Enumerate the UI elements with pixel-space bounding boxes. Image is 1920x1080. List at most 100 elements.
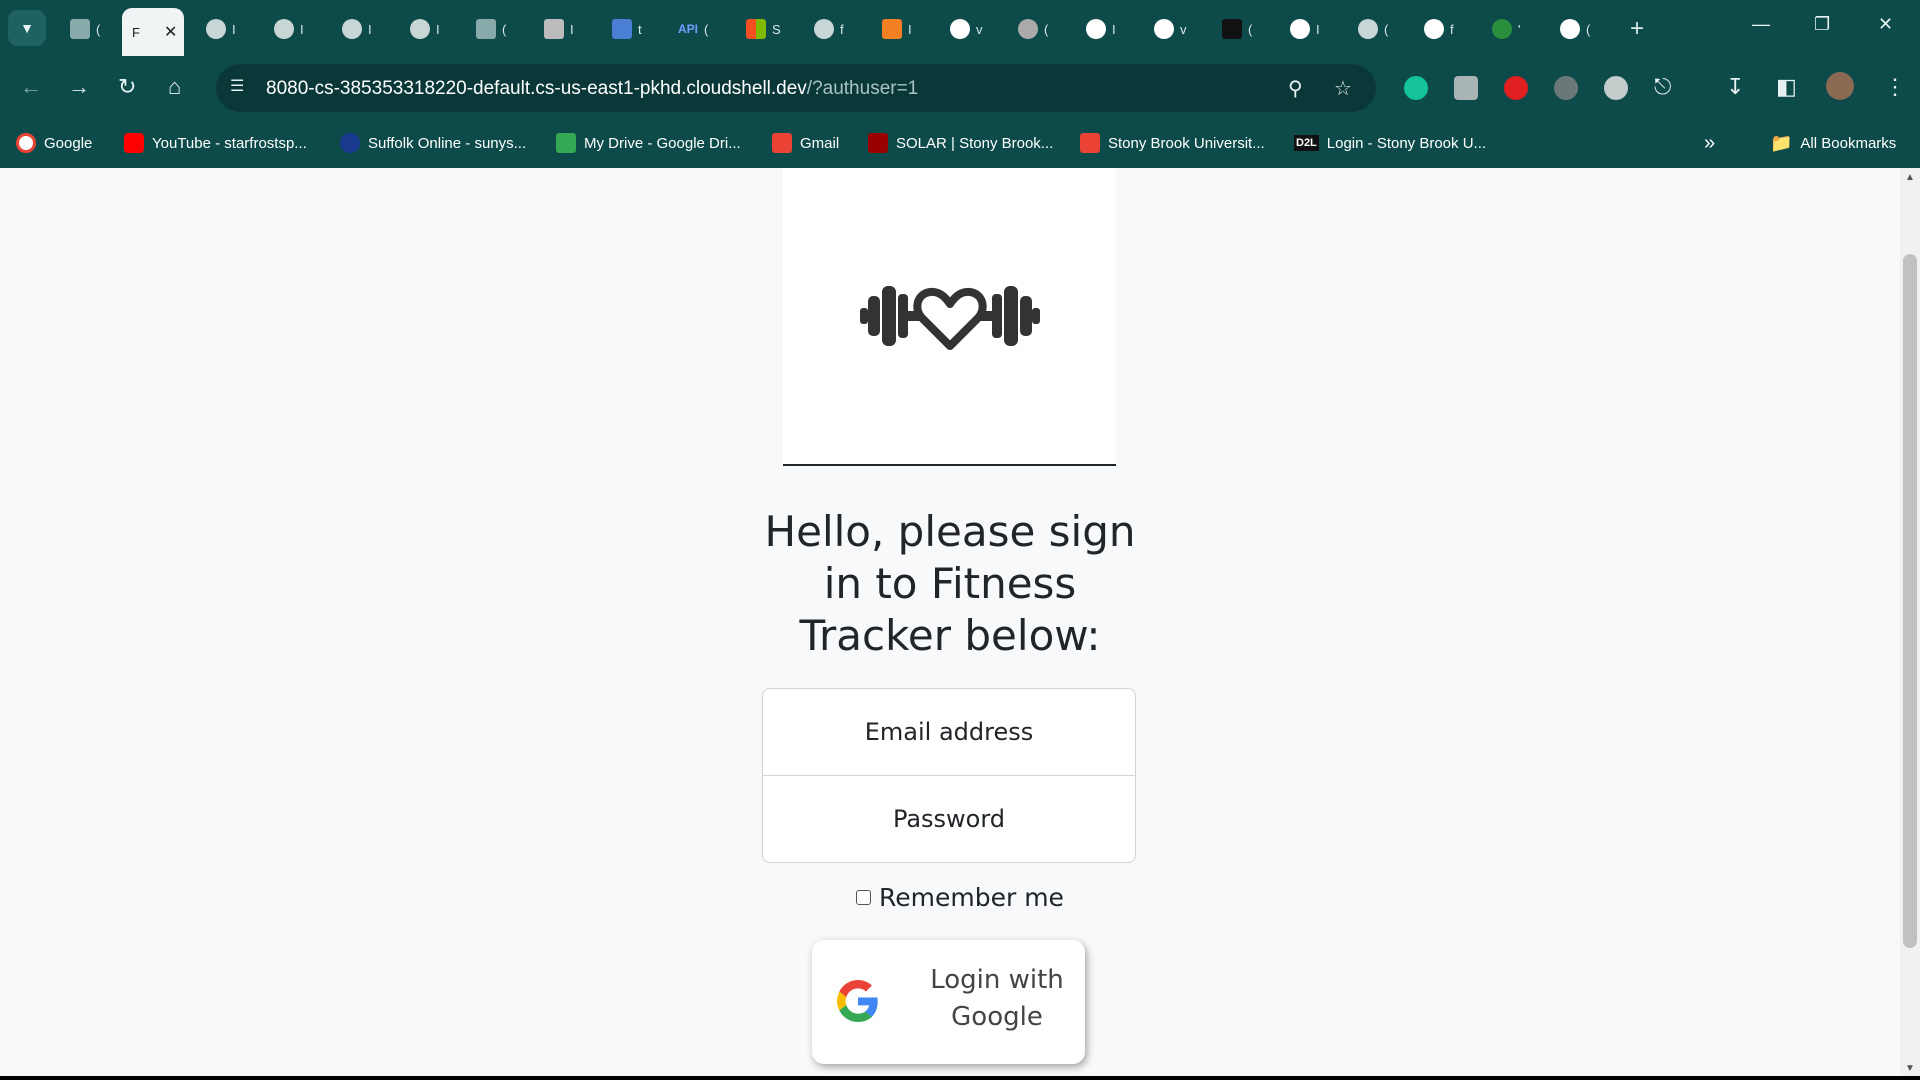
tab[interactable]: (	[1212, 8, 1252, 50]
terminal-icon	[476, 19, 496, 39]
reload-icon[interactable]: ↻	[118, 74, 136, 100]
google-icon	[1154, 19, 1174, 39]
tab-strip: ▼ ( F ✕ I I I I ( I t API( S f I v ( I v …	[0, 0, 1920, 56]
site-settings-icon[interactable]: ☰	[230, 76, 252, 98]
bookmark-login[interactable]: D2L Login - Stony Brook U...	[1294, 128, 1486, 158]
download-icon[interactable]: ↧	[1726, 74, 1744, 100]
bookmark-google[interactable]: Google	[16, 128, 92, 158]
tab[interactable]: I	[400, 8, 440, 50]
chatgpt-icon	[1018, 19, 1038, 39]
minimize-icon[interactable]: —	[1752, 14, 1770, 35]
tab[interactable]: API(	[668, 8, 708, 50]
tab[interactable]: I	[264, 8, 304, 50]
close-tab-icon[interactable]: ✕	[164, 22, 177, 42]
side-panel-icon[interactable]: ◧	[1776, 74, 1797, 100]
more-bookmarks-button[interactable]: »	[1704, 128, 1715, 158]
logo-card	[783, 168, 1116, 466]
login-with-google-button[interactable]: Login with Google	[812, 940, 1085, 1064]
tab[interactable]: f	[804, 8, 844, 50]
dumbbell-heart-logo-icon	[859, 286, 1040, 350]
multicolor-icon	[1492, 19, 1512, 39]
tab[interactable]: S	[736, 8, 781, 50]
remember-me-checkbox[interactable]	[856, 890, 871, 905]
password-field[interactable]: Password	[762, 775, 1136, 863]
remember-me[interactable]: Remember me	[856, 883, 1064, 912]
zoom-icon[interactable]: ⚲	[1288, 76, 1303, 101]
tab-active[interactable]: F ✕	[122, 8, 184, 56]
tab[interactable]: t	[602, 8, 642, 50]
adblock-icon[interactable]	[1504, 76, 1528, 100]
tab[interactable]: (	[1008, 8, 1048, 50]
dark-logo-icon	[1222, 19, 1242, 39]
api-icon: API	[678, 22, 699, 36]
close-window-icon[interactable]: ✕	[1878, 14, 1893, 35]
tab[interactable]: '	[1482, 8, 1520, 50]
google-icon	[16, 133, 36, 153]
browser-chrome: ▼ ( F ✕ I I I I ( I t API( S f I v ( I v …	[0, 0, 1920, 168]
menu-icon[interactable]: ⋮	[1884, 74, 1906, 100]
email-field[interactable]: Email address	[762, 688, 1136, 776]
tab[interactable]: v	[1144, 8, 1187, 50]
puzzle-icon[interactable]: ⎋	[1654, 74, 1671, 100]
login-with-google-label: Login with Google	[930, 965, 1064, 1032]
bookmark-suffolk[interactable]: Suffolk Online - sunys...	[340, 128, 526, 158]
email-placeholder: Email address	[864, 718, 1034, 746]
stack-icon	[612, 19, 632, 39]
tab[interactable]: I	[1076, 8, 1116, 50]
grammarly-icon[interactable]	[1404, 76, 1428, 100]
scroll-up-icon[interactable]: ▲	[1905, 172, 1915, 183]
double-chevron-right-icon: »	[1704, 131, 1716, 154]
d2l-icon: D2L	[1294, 135, 1319, 151]
tab[interactable]: v	[940, 8, 983, 50]
all-bookmarks-button[interactable]: 📁 All Bookmarks	[1770, 128, 1896, 158]
suffolk-s-icon	[340, 133, 360, 153]
address-bar[interactable]: ☰ 8080-cs-385353318220-default.cs-us-eas…	[216, 64, 1376, 112]
tab[interactable]: I	[196, 8, 236, 50]
extension-icon[interactable]	[1604, 76, 1628, 100]
extension-icon[interactable]	[1554, 76, 1578, 100]
tab[interactable]: I	[1280, 8, 1320, 50]
microsoft-icon	[746, 19, 766, 39]
bookmark-solar[interactable]: SOLAR | Stony Brook...	[868, 128, 1053, 158]
youtube-icon	[124, 133, 144, 153]
tab[interactable]: (	[1348, 8, 1388, 50]
bookmark-stonybrook[interactable]: Stony Brook Universit...	[1080, 128, 1265, 158]
grid-icon	[544, 19, 564, 39]
restore-icon[interactable]: ❐	[1814, 14, 1830, 35]
forward-icon[interactable]: →	[68, 74, 90, 100]
password-placeholder: Password	[892, 805, 1006, 833]
tab[interactable]: I	[332, 8, 372, 50]
tab[interactable]: (	[60, 8, 100, 50]
globe-icon	[274, 19, 294, 39]
plus-icon: +	[1630, 15, 1645, 42]
bookmark-gmail[interactable]: Gmail	[772, 128, 839, 158]
bookmark-drive[interactable]: My Drive - Google Dri...	[556, 128, 741, 158]
new-tab-button[interactable]: +	[1620, 8, 1644, 50]
tab-search-button[interactable]: ▼	[8, 10, 46, 46]
tab[interactable]: I	[534, 8, 574, 50]
terminal-icon	[70, 19, 90, 39]
avatar[interactable]	[1826, 72, 1854, 100]
bookmark-star-icon[interactable]: ☆	[1334, 76, 1352, 101]
tab[interactable]: (	[466, 8, 506, 50]
google-icon	[950, 19, 970, 39]
folder-icon: 📁	[1770, 132, 1793, 153]
tab[interactable]: I	[872, 8, 912, 50]
toolbar: ← → ↻ ⌂ ☰ 8080-cs-385353318220-default.c…	[0, 56, 1920, 120]
back-icon[interactable]: ←	[20, 74, 42, 100]
extension-icon[interactable]	[1454, 76, 1478, 100]
globe-icon	[410, 19, 430, 39]
gmail-icon	[1080, 133, 1100, 153]
remember-me-label: Remember me	[879, 883, 1064, 912]
scrollbar-thumb[interactable]	[1903, 254, 1917, 948]
tab[interactable]: f	[1414, 8, 1454, 50]
google-icon	[1560, 19, 1580, 39]
page-content: Hello, please sign in to Fitness Tracker…	[0, 168, 1900, 1080]
globe-icon	[1358, 19, 1378, 39]
url-host: 8080-cs-385353318220-default.cs-us-east1…	[266, 78, 807, 99]
scrollbar[interactable]: ▲ ▼	[1900, 168, 1920, 1080]
home-icon[interactable]: ⌂	[168, 74, 181, 100]
tab[interactable]: (	[1550, 8, 1590, 50]
bookmark-youtube[interactable]: YouTube - starfrostsp...	[124, 128, 307, 158]
scroll-down-icon[interactable]: ▼	[1905, 1063, 1915, 1074]
